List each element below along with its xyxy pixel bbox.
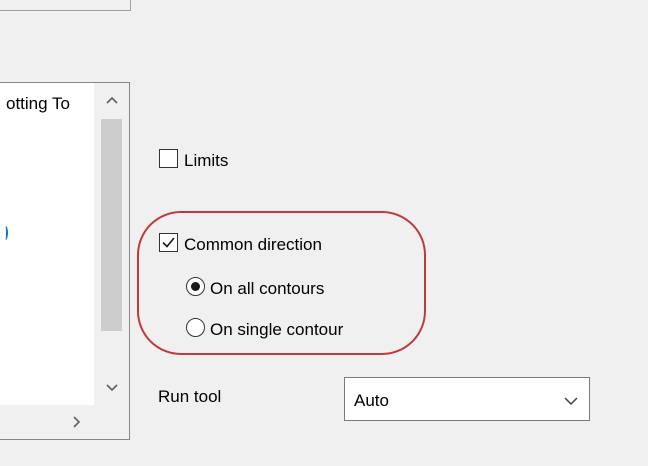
top-panel-edge [0, 0, 131, 11]
tool-listbox[interactable]: otting To [0, 82, 130, 440]
chevron-up-icon [105, 96, 118, 104]
limits-checkbox[interactable] [159, 149, 178, 168]
radio-selected-dot [191, 282, 200, 291]
scroll-up-button[interactable] [94, 83, 129, 117]
list-item-marker [3, 226, 8, 240]
chevron-down-icon [564, 397, 578, 406]
run-tool-dropdown[interactable]: Auto [344, 377, 590, 421]
radio-all-contours[interactable] [186, 277, 205, 296]
limits-label[interactable]: Limits [184, 151, 228, 171]
scroll-down-button[interactable] [94, 371, 129, 405]
checkmark-icon [162, 237, 175, 248]
chevron-right-icon [72, 416, 80, 428]
run-tool-value: Auto [354, 391, 389, 410]
scroll-right-button[interactable] [58, 405, 93, 439]
radio-single-contour-label[interactable]: On single contour [210, 320, 343, 340]
common-direction-label[interactable]: Common direction [184, 235, 322, 255]
scroll-thumb[interactable] [101, 119, 122, 331]
radio-all-contours-label[interactable]: On all contours [210, 279, 324, 299]
radio-single-contour[interactable] [186, 318, 205, 337]
run-tool-label: Run tool [158, 387, 222, 406]
vertical-scrollbar[interactable] [94, 83, 129, 405]
common-direction-checkbox[interactable] [159, 233, 178, 252]
chevron-down-icon [105, 384, 118, 392]
list-item[interactable]: otting To [6, 94, 70, 114]
horizontal-scrollbar[interactable] [0, 405, 129, 439]
